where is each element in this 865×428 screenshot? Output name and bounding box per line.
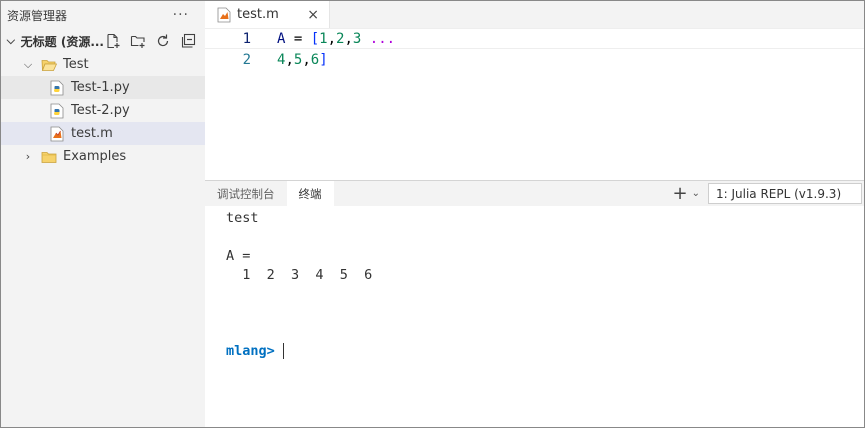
tab-label: test.m	[237, 7, 279, 22]
terminal-line: 1 2 3 4 5 6	[226, 266, 373, 283]
chevron-down-icon[interactable]: ⌄	[692, 188, 700, 199]
tree-item-test-1-py[interactable]: Test-1.py	[1, 76, 205, 99]
repl-prompt: mlang>	[226, 342, 275, 359]
terminal-prompt-line[interactable]: mlang>	[226, 341, 864, 360]
open-folder-icon	[41, 57, 57, 73]
explorer-actions	[104, 32, 197, 50]
tab-terminal[interactable]: 终端	[286, 181, 334, 206]
editor-tabbar: test.m ×	[205, 1, 864, 28]
chevron-down-icon[interactable]: ⌵	[1, 34, 21, 48]
tree-item-test-m[interactable]: test.m	[1, 122, 205, 145]
terminal-output[interactable]: test A = 1 2 3 4 5 6 mlang>	[205, 206, 864, 360]
refresh-icon[interactable]	[154, 32, 172, 50]
new-folder-icon[interactable]	[129, 32, 147, 50]
code-line-1[interactable]: 1 A = [1,2,3 ...	[205, 28, 864, 49]
code-line-2[interactable]: 2 4,5,6]	[205, 49, 864, 70]
panel-tools: + ⌄ 1: Julia REPL (v1.9.3)	[673, 183, 864, 204]
terminal-line: A =	[226, 247, 251, 264]
chevron-right-icon[interactable]: ›	[21, 150, 35, 163]
workspace-title: 无标题 (资源...	[20, 34, 104, 49]
panel-tabbar: 调试控制台 终端 + ⌄ 1: Julia REPL (v1.9.3)	[205, 181, 864, 206]
tab-test-m[interactable]: test.m ×	[205, 1, 330, 28]
line-text: A = [1,2,3 ...	[277, 30, 396, 47]
more-actions-button[interactable]: ···	[173, 7, 189, 23]
matlab-file-icon	[217, 7, 231, 23]
explorer-title: 资源管理器	[7, 8, 68, 23]
tree-item-examples-folder[interactable]: › Examples	[1, 145, 205, 168]
tree-item-label: Test	[63, 57, 89, 72]
tree-item-test-folder[interactable]: ⌵ Test	[1, 53, 205, 76]
collapse-all-icon[interactable]	[179, 32, 197, 50]
tree-item-label: Test-2.py	[71, 103, 130, 118]
line-number: 2	[242, 51, 251, 68]
explorer-header: 资源管理器 ···	[1, 1, 205, 29]
terminal-select[interactable]: 1: Julia REPL (v1.9.3)	[708, 183, 862, 204]
editor-area: test.m × 1 A = [1,2,3 ... 2 4,5,6]	[205, 1, 864, 180]
tree-item-label: Test-1.py	[71, 80, 130, 95]
python-file-icon	[49, 80, 65, 96]
terminal-line: test	[226, 209, 259, 226]
tree-item-test-2-py[interactable]: Test-2.py	[1, 99, 205, 122]
line-number: 1	[242, 30, 251, 47]
code-editor[interactable]: 1 A = [1,2,3 ... 2 4,5,6]	[205, 28, 864, 70]
folder-icon	[41, 149, 57, 165]
new-file-icon[interactable]	[104, 32, 122, 50]
matlab-file-icon	[49, 126, 65, 142]
text-cursor	[282, 342, 284, 359]
explorer-sidebar: 资源管理器 ··· ⌵ 无标题 (资源... ⌵ Test Test-1.py …	[1, 1, 205, 427]
tab-debug-console[interactable]: 调试控制台	[205, 181, 287, 206]
line-text: 4,5,6]	[277, 51, 328, 68]
bottom-panel: 调试控制台 终端 + ⌄ 1: Julia REPL (v1.9.3) test…	[205, 180, 864, 427]
python-file-icon	[49, 103, 65, 119]
tree-item-label: Examples	[63, 149, 127, 164]
tree-item-label: test.m	[71, 126, 113, 141]
close-tab-icon[interactable]: ×	[307, 7, 319, 23]
chevron-down-icon[interactable]: ⌵	[21, 58, 35, 72]
workspace-section-header[interactable]: ⌵ 无标题 (资源...	[1, 29, 205, 53]
new-terminal-plus-icon[interactable]: +	[673, 183, 688, 204]
